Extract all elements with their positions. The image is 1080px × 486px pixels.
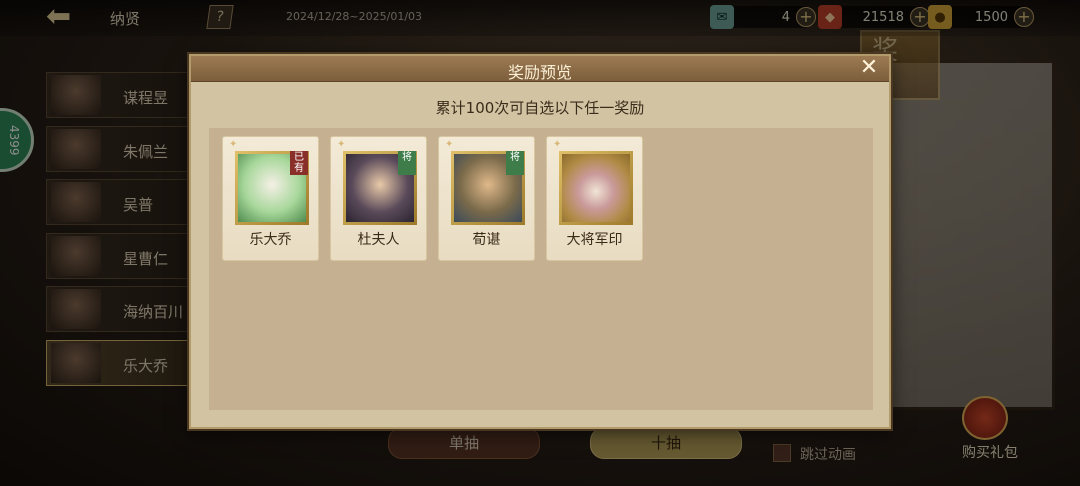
general-seal-icon bbox=[562, 154, 630, 222]
dialog-subtitle: 累计100次可自选以下任一奖励 bbox=[435, 99, 645, 117]
reward-card[interactable]: ✦ 大将军印 bbox=[546, 136, 643, 261]
reward-name: 荀谌 bbox=[472, 232, 501, 248]
owned-tag: 已有 bbox=[290, 151, 308, 175]
reward-card[interactable]: ✦ 将 荀谌 bbox=[438, 136, 535, 261]
reward-grid: ✦ 已有 乐大乔 ✦ 将 杜夫人 ✦ 将 荀谌 ✦ 大将军印 bbox=[209, 128, 873, 410]
dialog-header: 奖励预览 ✕ bbox=[191, 56, 889, 82]
reward-name: 杜夫人 bbox=[357, 232, 400, 248]
general-tag: 将 bbox=[398, 151, 416, 175]
star-icon: ✦ bbox=[553, 139, 562, 150]
reward-card[interactable]: ✦ 已有 乐大乔 bbox=[222, 136, 319, 261]
reward-frame bbox=[559, 151, 633, 225]
dialog-title: 奖励预览 bbox=[507, 63, 572, 82]
reward-preview-dialog: 奖励预览 ✕ 累计100次可自选以下任一奖励 ✦ 已有 乐大乔 ✦ 将 杜夫人 … bbox=[189, 54, 891, 429]
reward-name: 大将军印 bbox=[566, 232, 623, 248]
star-icon: ✦ bbox=[229, 139, 238, 150]
star-icon: ✦ bbox=[337, 139, 346, 150]
reward-card[interactable]: ✦ 将 杜夫人 bbox=[330, 136, 427, 261]
general-tag: 将 bbox=[506, 151, 524, 175]
close-icon[interactable]: ✕ bbox=[857, 57, 881, 81]
star-icon: ✦ bbox=[445, 139, 454, 150]
reward-name: 乐大乔 bbox=[249, 232, 292, 248]
